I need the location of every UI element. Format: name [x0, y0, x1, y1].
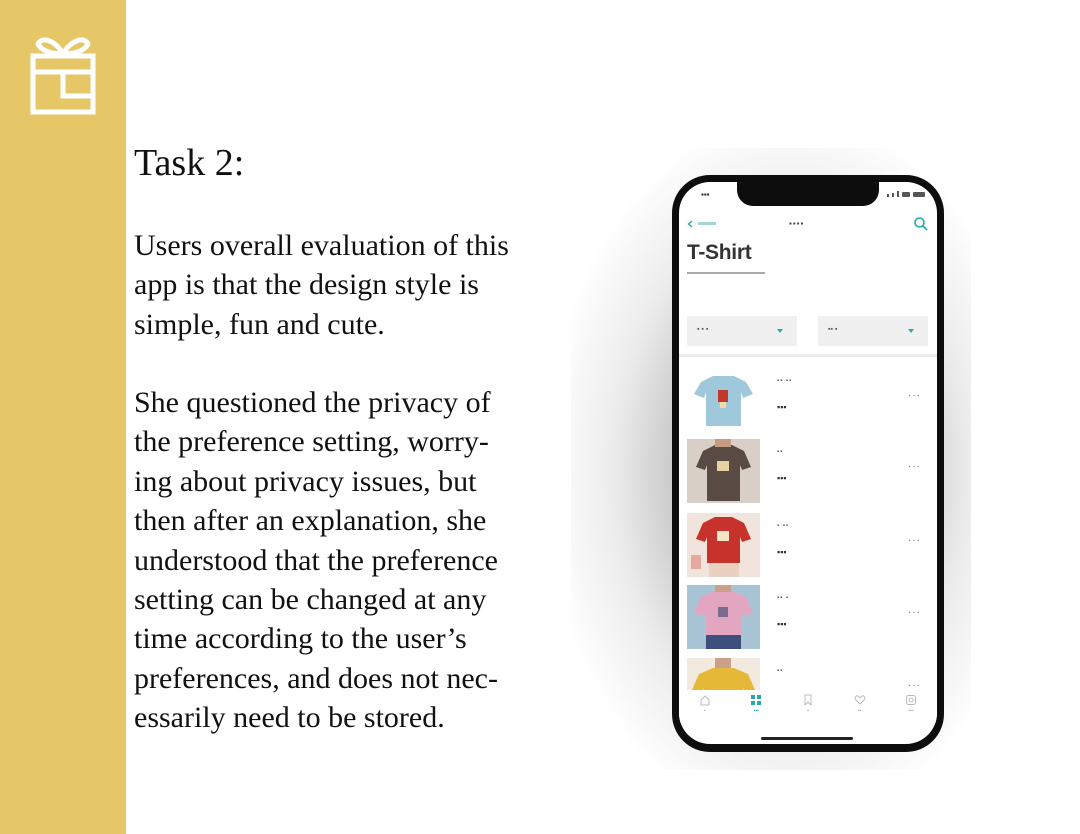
- more-dots-icon[interactable]: ···: [908, 461, 921, 472]
- sidebar-band: [0, 0, 126, 834]
- product-thumbnail: [687, 585, 760, 649]
- privacy-paragraph: She questioned the privacy of the prefer…: [134, 383, 554, 738]
- status-time-placeholder: ▪▪▪: [701, 190, 710, 199]
- tab-categories[interactable]: ▪▪▪: [736, 690, 776, 714]
- search-icon[interactable]: [913, 216, 929, 232]
- more-dots-icon[interactable]: ···: [908, 535, 921, 546]
- filter-dropdown-1[interactable]: ▪ ▪ ▪: [687, 316, 797, 346]
- text-line: She questioned the privacy of: [134, 386, 491, 419]
- tab-label-placeholder: ▪▪▪: [908, 708, 914, 714]
- filter-label-placeholder: ▪ ▪ ▪: [697, 326, 709, 333]
- caret-down-icon: [908, 329, 914, 333]
- back-button[interactable]: [687, 218, 716, 228]
- tab-label-placeholder: ▪: [807, 708, 809, 714]
- tab-label-placeholder: ▪: [703, 708, 706, 714]
- text-line: Users overall evaluation of this: [134, 229, 509, 262]
- grid-icon: [751, 695, 762, 705]
- product-list-item[interactable]: ▪▪ ▪▪ ▪▪▪ ···: [687, 368, 929, 434]
- heart-icon: [854, 695, 865, 705]
- bottom-tab-bar: ▪ ▪▪▪ ▪ ▪▪ ▪▪▪: [679, 690, 937, 724]
- tab-saved[interactable]: ▪: [788, 690, 828, 714]
- tab-label-placeholder: ▪▪▪: [753, 708, 760, 714]
- task-title: Task 2:: [134, 142, 245, 184]
- nav-title-placeholder: ▪▪▪▪: [789, 219, 805, 228]
- status-icons: [875, 191, 925, 197]
- filter-label-placeholder: ▪▪ ▪: [828, 326, 838, 333]
- text-line: the preference setting, worry-: [134, 425, 489, 459]
- bookmark-icon: [804, 694, 812, 706]
- product-price-placeholder: ▪▪▪: [777, 619, 787, 629]
- divider: [679, 354, 937, 357]
- product-name-placeholder: ▪▪ ▪: [777, 595, 790, 601]
- product-list-item[interactable]: ▪ ▪▪ ▪▪▪ ···: [687, 513, 929, 579]
- signal-bar-icon: [887, 194, 889, 197]
- product-list-item[interactable]: ▪▪ ···: [687, 658, 929, 692]
- tab-favorites[interactable]: ▪▪: [840, 690, 880, 714]
- product-price-placeholder: ▪▪▪: [777, 547, 787, 557]
- tshirt-image: [687, 658, 760, 692]
- text-line: preferences, and does not nec-: [134, 661, 498, 695]
- text-line: essarily need to be stored.: [134, 701, 445, 735]
- product-thumbnail: [687, 513, 760, 577]
- tab-label-placeholder: ▪▪: [857, 708, 862, 714]
- product-price-placeholder: ▪▪▪: [777, 402, 787, 412]
- text-line: time according to the user’s: [134, 622, 467, 656]
- product-thumbnail: [687, 368, 760, 432]
- tshirt-image: [687, 368, 760, 432]
- product-price-placeholder: ▪▪▪: [777, 473, 787, 483]
- text-line: then after an explanation, she: [134, 504, 487, 538]
- filter-dropdown-2[interactable]: ▪▪ ▪: [818, 316, 928, 346]
- signal-bar-icon: [897, 191, 899, 197]
- phone-notch: [737, 182, 879, 206]
- gift-logo-icon: [30, 37, 96, 115]
- text-line: app is that the design style is: [134, 268, 479, 302]
- subtitle-bar: [687, 272, 765, 274]
- home-indicator[interactable]: [761, 737, 853, 740]
- tshirt-image: [687, 513, 760, 577]
- page-subtitle-placeholder: [687, 270, 765, 276]
- signal-bar-icon: [892, 193, 894, 197]
- product-name-placeholder: ▪ ▪▪: [777, 523, 790, 529]
- product-name-placeholder: ▪▪ ▪▪: [777, 378, 793, 384]
- text-line: setting can be changed at any: [134, 583, 487, 617]
- battery-icon: [913, 192, 925, 197]
- back-chevron-icon: [687, 220, 693, 228]
- product-list-item[interactable]: ▪▪ ▪ ▪▪▪ ···: [687, 585, 929, 651]
- product-name-placeholder: ▪▪: [777, 449, 784, 455]
- product-list-item[interactable]: ▪▪ ▪▪▪ ···: [687, 439, 929, 505]
- text-line: simple, fun and cute.: [134, 307, 385, 341]
- back-label-placeholder: [697, 222, 716, 226]
- product-name-placeholder: ▪▪: [777, 668, 784, 674]
- tshirt-image: [687, 439, 760, 503]
- product-thumbnail: [687, 658, 760, 692]
- settings-icon: [906, 695, 917, 705]
- tab-home[interactable]: ▪: [685, 690, 725, 714]
- more-dots-icon[interactable]: ···: [908, 390, 921, 401]
- product-thumbnail: [687, 439, 760, 503]
- text-line: understood that the preference: [134, 543, 498, 577]
- evaluation-paragraph: Users overall evaluation of this app is …: [134, 226, 554, 344]
- tab-settings[interactable]: ▪▪▪: [891, 690, 931, 714]
- wifi-icon: [902, 192, 910, 197]
- more-dots-icon[interactable]: ···: [908, 607, 921, 618]
- tshirt-image: [687, 585, 760, 649]
- page-title: T-Shirt: [687, 241, 752, 264]
- phone-screen: ▪▪▪ ▪▪▪▪ T-Shirt ▪ ▪ ▪ ▪▪ ▪ ▪▪ ▪▪ ▪▪▪ ··…: [679, 182, 937, 744]
- home-icon: [700, 695, 710, 706]
- text-line: ing about privacy issues, but: [134, 464, 477, 498]
- caret-down-icon: [777, 329, 783, 333]
